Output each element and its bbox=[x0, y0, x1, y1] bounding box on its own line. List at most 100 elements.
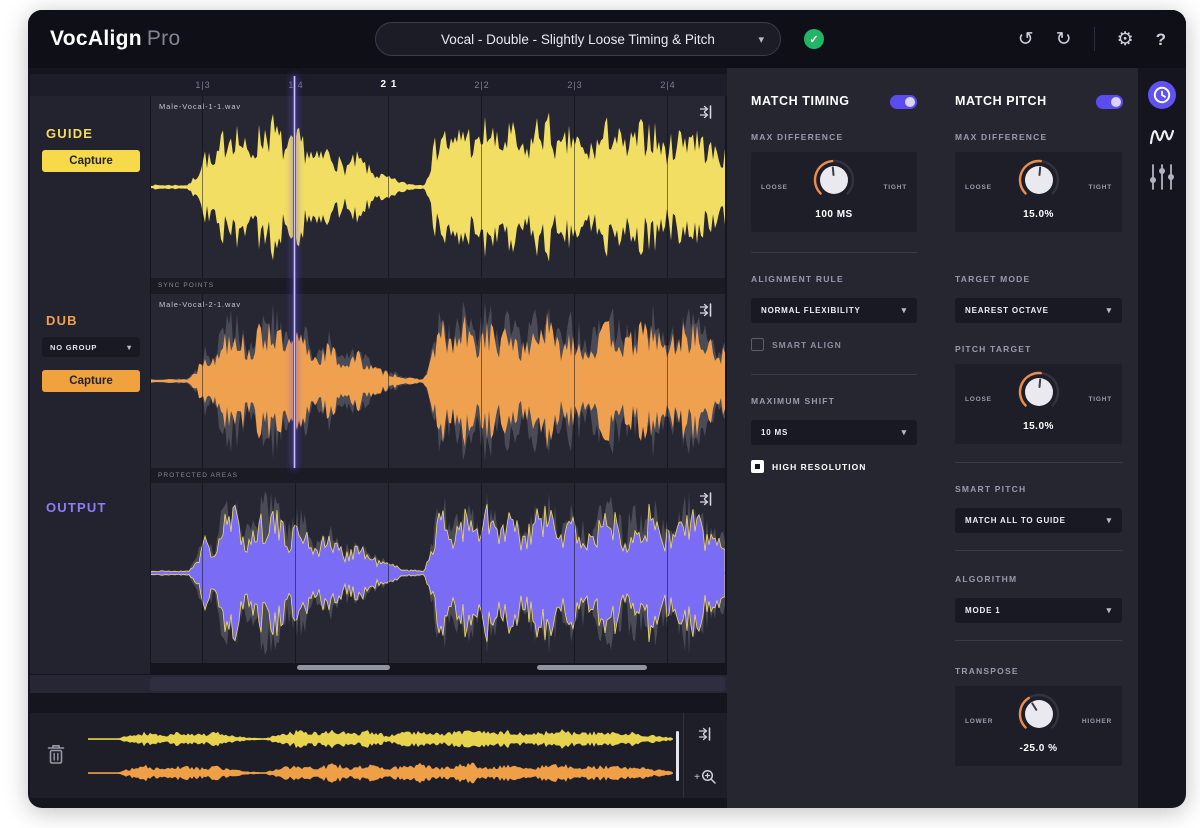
timeline-tick: 2|3 bbox=[567, 74, 582, 96]
wave-signature-icon[interactable] bbox=[1148, 122, 1176, 150]
pitch-target-card: LOOSE TIGHT 15.0% bbox=[955, 364, 1122, 444]
divider bbox=[751, 252, 917, 253]
guide-capture-button[interactable]: Capture bbox=[42, 150, 140, 172]
knob-tight-label: TIGHT bbox=[1089, 396, 1113, 403]
dub-waveform bbox=[151, 294, 725, 468]
settings-gear-button[interactable]: ⚙ bbox=[1117, 30, 1134, 49]
bar-gridline bbox=[667, 96, 668, 278]
timeline-tick: 1|4 bbox=[288, 74, 303, 96]
pitch-target-knob[interactable] bbox=[1007, 368, 1071, 421]
bar-gridline bbox=[202, 96, 203, 278]
bar-gridline bbox=[481, 483, 482, 663]
output-waveform bbox=[151, 483, 725, 663]
horizontal-scrollbar[interactable] bbox=[30, 675, 727, 693]
timing-max-difference-value: 100 MS bbox=[751, 209, 917, 220]
dub-file-name: Male-Vocal-2-1.wav bbox=[159, 300, 241, 309]
dub-capture-button[interactable]: Capture bbox=[42, 370, 140, 392]
view-range-handle[interactable] bbox=[676, 731, 679, 781]
high-resolution-label: HIGH RESOLUTION bbox=[772, 462, 866, 472]
dub-track-lane[interactable]: Male-Vocal-2-1.wav bbox=[150, 294, 725, 468]
zoom-control[interactable]: + bbox=[694, 769, 717, 785]
divider bbox=[751, 374, 917, 375]
match-timing-toggle[interactable] bbox=[890, 95, 917, 109]
chevron-down-icon: ▾ bbox=[758, 33, 764, 46]
algorithm-label: ALGORITHM bbox=[955, 574, 1017, 584]
history-clock-icon[interactable] bbox=[1147, 80, 1177, 110]
high-resolution-checkbox[interactable]: HIGH RESOLUTION bbox=[751, 460, 866, 473]
knob-loose-label: LOOSE bbox=[761, 184, 788, 191]
target-mode-label: TARGET MODE bbox=[955, 274, 1030, 284]
knob-tight-label: TIGHT bbox=[1089, 184, 1113, 191]
timeline-ruler-bar: 1|31|42 12|22|32|4 bbox=[30, 74, 727, 96]
timing-max-difference-card: LOOSE TIGHT 100 MS bbox=[751, 152, 917, 232]
alignment-rule-label: ALIGNMENT RULE bbox=[751, 274, 844, 284]
transpose-value: -25.0 % bbox=[955, 743, 1122, 754]
bar-gridline bbox=[481, 96, 482, 278]
track-sidebar: GUIDE Capture DUB NO GROUP ▾ Capture OUT… bbox=[30, 96, 150, 674]
chevron-down-icon: ▾ bbox=[127, 343, 132, 352]
redo-button[interactable]: ↻ bbox=[1056, 30, 1072, 49]
match-pitch-toggle[interactable] bbox=[1096, 95, 1123, 109]
transpose-knob[interactable] bbox=[1007, 690, 1071, 743]
app-name: VocAlign bbox=[50, 27, 142, 50]
protected-areas-strip[interactable]: PROTECTED AREAS bbox=[150, 468, 725, 483]
sync-points-strip[interactable]: SYNC POINTS bbox=[150, 278, 725, 294]
chevron-down-icon: ▾ bbox=[902, 305, 907, 316]
sync-anchor-tool-icon[interactable] bbox=[699, 302, 715, 318]
region-marker[interactable] bbox=[537, 665, 647, 670]
maximum-shift-dropdown[interactable]: 10 MS ▾ bbox=[751, 420, 917, 445]
timeline-ruler[interactable]: 1|31|42 12|22|32|4 bbox=[152, 74, 727, 96]
algorithm-value: MODE 1 bbox=[965, 606, 1000, 615]
alignment-rule-dropdown[interactable]: NORMAL FLEXIBILITY ▾ bbox=[751, 298, 917, 323]
scrollbar-thumb[interactable] bbox=[150, 677, 725, 691]
checkbox-box bbox=[751, 460, 764, 473]
dub-group-dropdown[interactable]: NO GROUP ▾ bbox=[42, 337, 140, 357]
guide-track-label: GUIDE bbox=[46, 126, 93, 141]
timeline-tick: 2 1 bbox=[381, 74, 398, 96]
preset-dropdown[interactable]: Vocal - Double - Slightly Loose Timing &… bbox=[375, 22, 781, 56]
pitch-max-difference-knob[interactable] bbox=[1007, 156, 1071, 209]
match-timing-title: MATCH TIMING bbox=[751, 94, 850, 108]
timeline-tick: 2|2 bbox=[474, 74, 489, 96]
timing-max-difference-knob[interactable] bbox=[802, 156, 866, 209]
preset-value: Vocal - Double - Slightly Loose Timing &… bbox=[441, 32, 715, 47]
transpose-card: LOWER HIGHER -25.0 % bbox=[955, 686, 1122, 766]
bar-gridline bbox=[202, 483, 203, 663]
pitch-target-label: PITCH TARGET bbox=[955, 344, 1032, 354]
algorithm-dropdown[interactable]: MODE 1 ▾ bbox=[955, 598, 1122, 623]
checkbox-box bbox=[751, 338, 764, 351]
trash-icon[interactable] bbox=[46, 743, 66, 765]
zoom-plus-label: + bbox=[694, 772, 700, 783]
overview-tools: + bbox=[683, 713, 727, 798]
sync-anchor-tool-icon[interactable] bbox=[698, 726, 714, 742]
app-window: VocAlignPro Vocal - Double - Slightly Lo… bbox=[28, 10, 1186, 808]
target-mode-dropdown[interactable]: NEAREST OCTAVE ▾ bbox=[955, 298, 1122, 323]
knob-loose-label: LOOSE bbox=[965, 184, 992, 191]
sync-anchor-tool-icon[interactable] bbox=[699, 491, 715, 507]
playhead[interactable] bbox=[293, 76, 296, 468]
dub-track-label: DUB bbox=[46, 313, 78, 328]
alignment-rule-value: NORMAL FLEXIBILITY bbox=[761, 306, 861, 315]
help-button[interactable]: ? bbox=[1156, 31, 1166, 48]
overview-dub-waveform[interactable] bbox=[88, 757, 673, 789]
output-track-lane[interactable] bbox=[150, 483, 725, 663]
dub-group-value: NO GROUP bbox=[50, 343, 97, 352]
sync-anchor-tool-icon[interactable] bbox=[699, 104, 715, 120]
bar-gridline bbox=[667, 294, 668, 468]
knob-higher-label: HIGHER bbox=[1082, 718, 1112, 725]
smart-align-checkbox[interactable]: SMART ALIGN bbox=[751, 338, 842, 351]
sliders-settings-icon[interactable] bbox=[1149, 162, 1175, 192]
output-track-label: OUTPUT bbox=[46, 500, 107, 515]
app-logo: VocAlignPro bbox=[50, 27, 180, 51]
guide-track-lane[interactable]: Male-Vocal-1-1.wav bbox=[150, 96, 725, 278]
overview-guide-waveform[interactable] bbox=[88, 723, 673, 755]
bar-gridline bbox=[388, 294, 389, 468]
pitch-target-value: 15.0% bbox=[955, 421, 1122, 432]
region-marker[interactable] bbox=[297, 665, 390, 670]
divider bbox=[955, 462, 1122, 463]
bar-gridline bbox=[574, 96, 575, 278]
guide-file-name: Male-Vocal-1-1.wav bbox=[159, 102, 241, 111]
undo-button[interactable]: ↺ bbox=[1018, 30, 1034, 49]
smart-pitch-dropdown[interactable]: MATCH ALL TO GUIDE ▾ bbox=[955, 508, 1122, 533]
chevron-down-icon: ▾ bbox=[1107, 305, 1112, 316]
